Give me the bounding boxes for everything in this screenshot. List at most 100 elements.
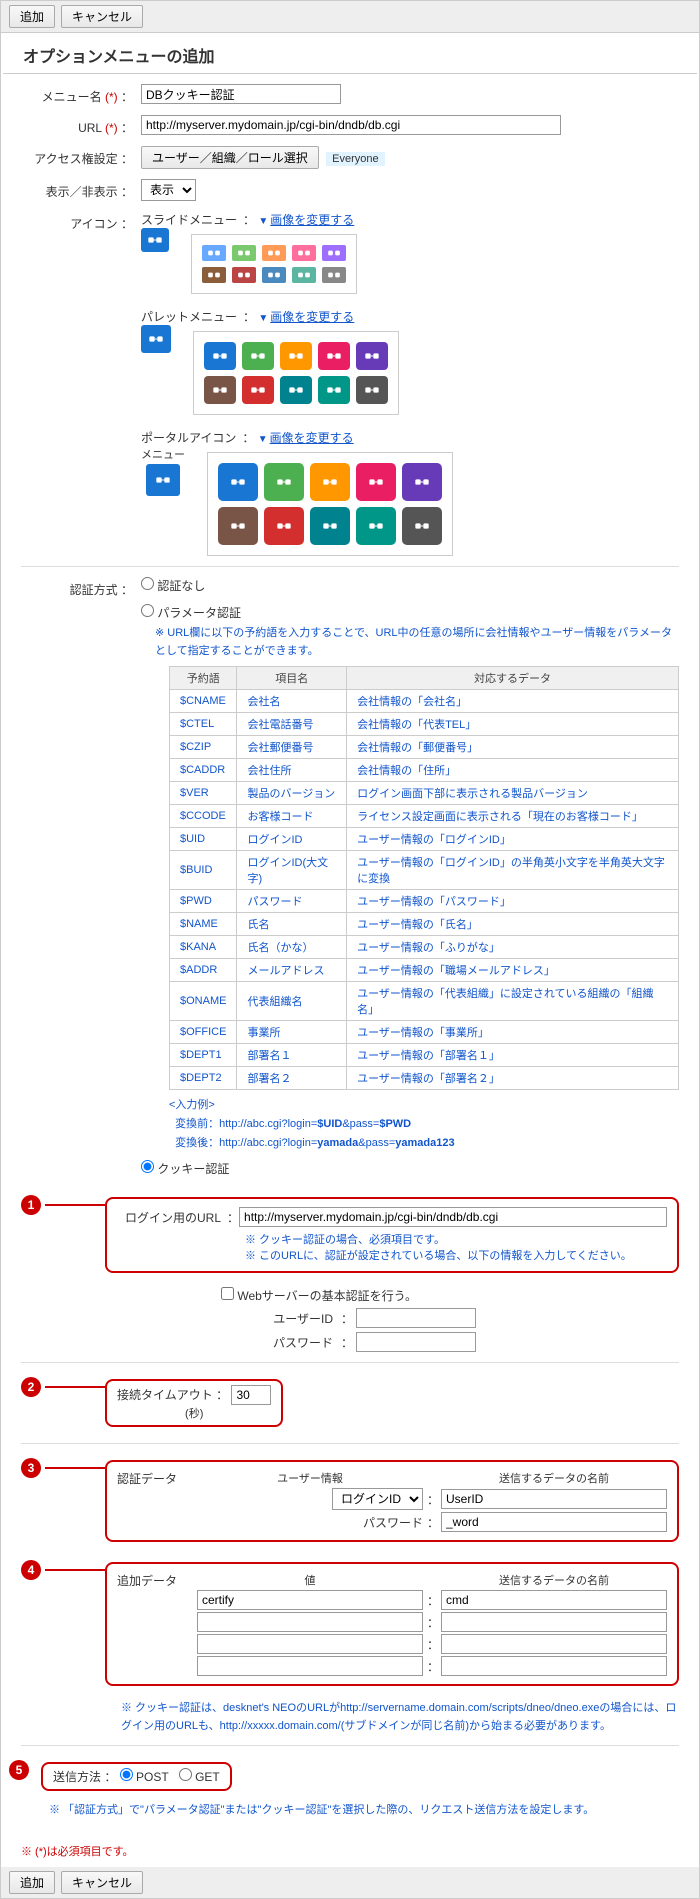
- icon-option-2[interactable]: [262, 245, 286, 261]
- auth-data-label: 認証データ: [117, 1470, 197, 1532]
- auth-param-radio-label[interactable]: パラメータ認証: [141, 606, 241, 620]
- icon-option-6[interactable]: [242, 376, 274, 404]
- icon-option-1[interactable]: [264, 463, 304, 501]
- icon-option-2[interactable]: [310, 463, 350, 501]
- required-footnote: ※ (*)は必須項目です。: [21, 1843, 679, 1859]
- password-input[interactable]: [356, 1332, 476, 1352]
- icon-option-1[interactable]: [232, 245, 256, 261]
- auth-cookie-radio[interactable]: [141, 1160, 154, 1173]
- icon-option-3[interactable]: [318, 342, 350, 370]
- send-get-label[interactable]: GET: [179, 1770, 220, 1784]
- auth-cookie-radio-label[interactable]: クッキー認証: [141, 1162, 229, 1176]
- basic-auth-checkbox-label[interactable]: Webサーバーの基本認証を行う。: [221, 1289, 417, 1303]
- auth-param-radio[interactable]: [141, 604, 154, 617]
- palette-menu-label: パレットメニュー: [141, 308, 243, 325]
- cancel-button[interactable]: キャンセル: [61, 5, 143, 28]
- palette-selected-icon: [141, 325, 171, 353]
- extra-name-3[interactable]: [441, 1656, 667, 1676]
- step-4-badge: 4: [21, 1560, 41, 1580]
- visibility-select[interactable]: 表示: [141, 179, 196, 201]
- auth-pwd-name-input[interactable]: [441, 1512, 667, 1532]
- cancel-button-bottom[interactable]: キャンセル: [61, 1871, 143, 1894]
- send-post-label[interactable]: POST: [120, 1770, 169, 1784]
- palette-icon-grid: [193, 331, 399, 415]
- icon-option-9[interactable]: [322, 267, 346, 283]
- table-row: $ONAME代表組織名ユーザー情報の「代表組織」に設定されている組織の「組織名」: [170, 982, 679, 1021]
- table-row: $DEPT2部署名２ユーザー情報の「部署名２」: [170, 1067, 679, 1090]
- auth-userid-name-input[interactable]: [441, 1489, 667, 1509]
- table-row: $OFFICE事業所ユーザー情報の「事業所」: [170, 1021, 679, 1044]
- top-toolbar: 追加 キャンセル: [1, 1, 699, 33]
- icon-option-7[interactable]: [262, 267, 286, 283]
- icon-option-4[interactable]: [356, 342, 388, 370]
- auth-none-radio-label[interactable]: 認証なし: [141, 579, 205, 593]
- icon-option-7[interactable]: [310, 507, 350, 545]
- url-label: URL: [78, 121, 102, 135]
- access-select-button[interactable]: ユーザー／組織／ロール選択: [141, 146, 319, 169]
- login-url-label: ログイン用のURL: [117, 1209, 227, 1226]
- menu-name-input[interactable]: [141, 84, 341, 104]
- table-row: $BUIDログインID(大文字)ユーザー情報の「ログインID」の半角英小文字を半…: [170, 851, 679, 890]
- timeout-input[interactable]: [231, 1385, 271, 1405]
- extra-value-0[interactable]: [197, 1590, 423, 1610]
- icon-option-0[interactable]: [202, 245, 226, 261]
- icon-option-7[interactable]: [280, 376, 312, 404]
- send-post-radio[interactable]: [120, 1768, 133, 1781]
- example-after-lbl: 変換後：: [175, 1137, 219, 1149]
- palette-change-link[interactable]: 画像を変更する: [270, 310, 354, 324]
- add-button-bottom[interactable]: 追加: [9, 1871, 55, 1894]
- example-before-lbl: 変換前：: [175, 1118, 219, 1130]
- userid-input[interactable]: [356, 1308, 476, 1328]
- auth-none-radio[interactable]: [141, 577, 154, 590]
- icon-option-8[interactable]: [356, 507, 396, 545]
- access-tag-everyone[interactable]: Everyone: [326, 152, 384, 166]
- icon-option-6[interactable]: [232, 267, 256, 283]
- login-url-note2: ※ このURLに、認証が設定されている場合、以下の情報を入力してください。: [245, 1247, 667, 1263]
- icon-option-3[interactable]: [356, 463, 396, 501]
- icon-option-1[interactable]: [242, 342, 274, 370]
- table-row: $CTEL会社電話番号会社情報の「代表TEL」: [170, 713, 679, 736]
- portal-change-link[interactable]: 画像を変更する: [270, 431, 354, 445]
- extra-data-label: 追加データ: [117, 1572, 197, 1676]
- icon-option-0[interactable]: [204, 342, 236, 370]
- table-row: $NAME氏名ユーザー情報の「氏名」: [170, 913, 679, 936]
- extra-value-3[interactable]: [197, 1656, 423, 1676]
- table-row: $CCODEお客様コードライセンス設定画面に表示される「現在のお客様コード」: [170, 805, 679, 828]
- example-before: http://abc.cgi?login=$UID&pass=$PWD: [219, 1118, 411, 1130]
- icon-option-6[interactable]: [264, 507, 304, 545]
- extra-value-1[interactable]: [197, 1612, 423, 1632]
- table-row: $ADDRメールアドレスユーザー情報の「職場メールアドレス」: [170, 959, 679, 982]
- timeout-unit: (秒): [117, 1405, 271, 1421]
- extra-name-0[interactable]: [441, 1590, 667, 1610]
- icon-option-2[interactable]: [280, 342, 312, 370]
- add-button[interactable]: 追加: [9, 5, 55, 28]
- slide-change-link[interactable]: 画像を変更する: [270, 213, 354, 227]
- icon-option-9[interactable]: [402, 507, 442, 545]
- icon-option-0[interactable]: [218, 463, 258, 501]
- extra-value-2[interactable]: [197, 1634, 423, 1654]
- send-get-radio[interactable]: [179, 1768, 192, 1781]
- extra-name-1[interactable]: [441, 1612, 667, 1632]
- portal-sub-label: メニュー: [141, 446, 185, 462]
- login-url-input[interactable]: [239, 1207, 667, 1227]
- basic-auth-checkbox[interactable]: [221, 1287, 234, 1300]
- step-1-badge: 1: [21, 1195, 41, 1215]
- icon-option-5[interactable]: [204, 376, 236, 404]
- portal-selected-icon: [146, 464, 180, 496]
- icon-option-4[interactable]: [402, 463, 442, 501]
- url-input[interactable]: [141, 115, 561, 135]
- icon-option-8[interactable]: [318, 376, 350, 404]
- icon-option-9[interactable]: [356, 376, 388, 404]
- icon-option-8[interactable]: [292, 267, 316, 283]
- icon-option-3[interactable]: [292, 245, 316, 261]
- visibility-label: 表示／非表示: [46, 185, 118, 199]
- icon-option-5[interactable]: [218, 507, 258, 545]
- extra-name-2[interactable]: [441, 1634, 667, 1654]
- triangle-icon-3: ▼: [258, 434, 268, 445]
- userid-label: ユーザーID: [221, 1310, 341, 1327]
- icon-option-5[interactable]: [202, 267, 226, 283]
- password-label: パスワード: [221, 1334, 341, 1351]
- icon-option-4[interactable]: [322, 245, 346, 261]
- step-5-badge: 5: [9, 1760, 29, 1780]
- page-title: オプションメニューの追加: [3, 33, 697, 74]
